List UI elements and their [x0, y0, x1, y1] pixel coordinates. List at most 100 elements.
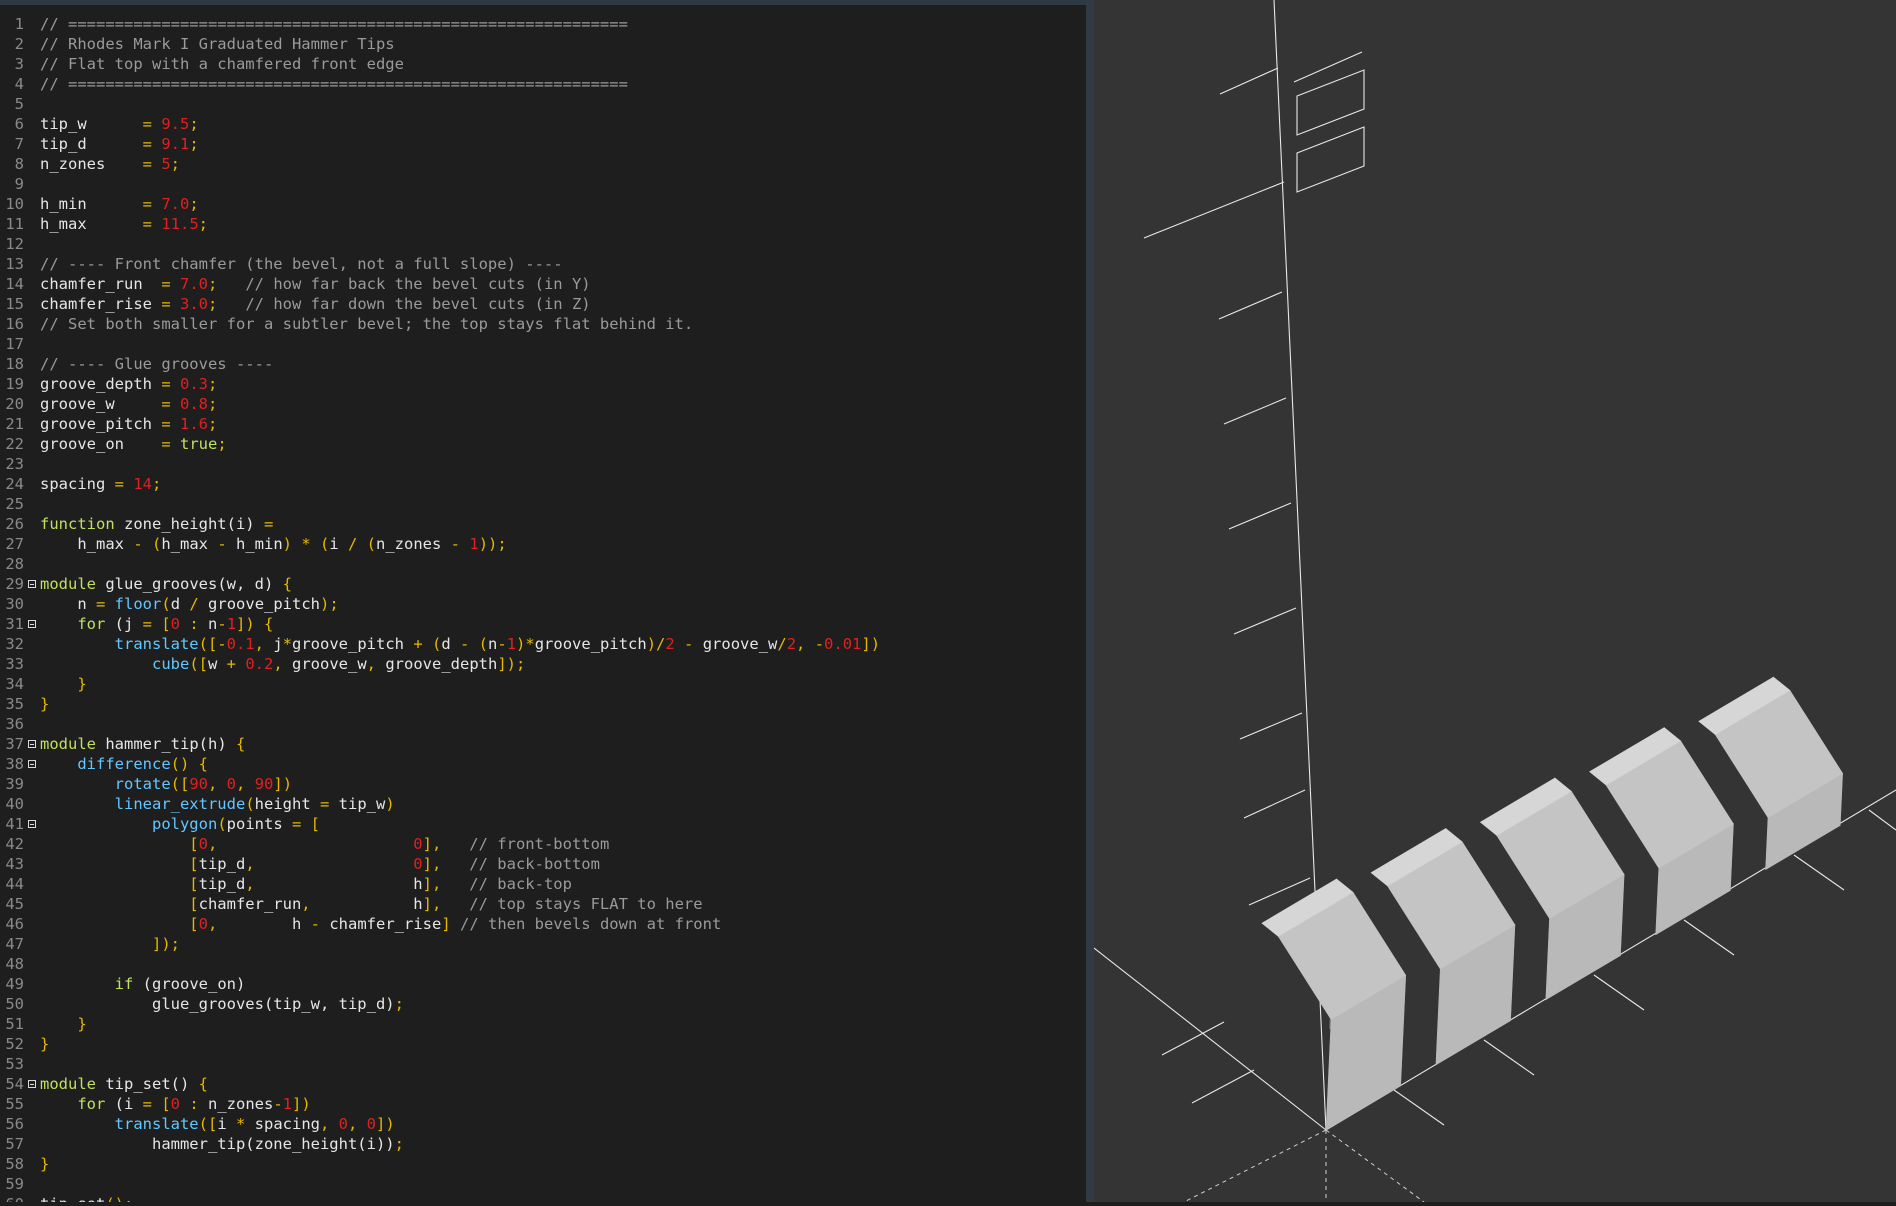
code-token: } — [40, 695, 50, 713]
line-number-gutter: 1 2 3 4 5 6 7 8 9 10 11 12 13 14 15 16 17 18 19 20 21 22 23 24 2… — [0, 10, 40, 1202]
code-line[interactable]: groove_depth = 0.3; — [40, 374, 217, 394]
code-token: = — [142, 215, 162, 233]
line-number: 4 — [14, 75, 24, 93]
code-line[interactable]: translate([i * spacing, 0, 0]) — [40, 1114, 395, 1134]
3d-viewport[interactable] — [1093, 0, 1896, 1203]
code-line[interactable]: h_max = 11.5; — [40, 214, 208, 234]
line-number: 47 — [5, 935, 24, 953]
fold-toggle-icon[interactable] — [28, 580, 36, 588]
code-token: groove_on — [40, 435, 162, 453]
code-line[interactable]: module glue_grooves(w, d) { — [40, 574, 292, 594]
code-line[interactable]: difference() { — [40, 754, 208, 774]
code-line[interactable]: h_max - (h_max - h_min) * (i / (n_zones … — [40, 534, 506, 554]
code-line[interactable]: // Rhodes Mark I Graduated Hammer Tips — [40, 34, 395, 54]
fold-toggle-icon[interactable] — [28, 1080, 36, 1088]
code-token: translate — [40, 635, 199, 653]
code-line[interactable]: cube([w + 0.2, groove_w, groove_depth]); — [40, 654, 525, 674]
code-line[interactable]: hammer_tip(zone_height(i)); — [40, 1134, 404, 1154]
code-line[interactable]: for (i = [0 : n_zones-1]) — [40, 1094, 311, 1114]
code-line[interactable]: linear_extrude(height = tip_w) — [40, 794, 395, 814]
line-number: 18 — [5, 355, 24, 373]
code-line[interactable]: // =====================================… — [40, 14, 628, 34]
code-line[interactable]: module tip_set() { — [40, 1074, 208, 1094]
code-line[interactable]: groove_on = true; — [40, 434, 227, 454]
fold-toggle-icon[interactable] — [28, 740, 36, 748]
code-token: = — [142, 135, 162, 153]
code-line[interactable]: tip_w = 9.5; — [40, 114, 199, 134]
code-token: ]) { — [236, 615, 274, 633]
code-line[interactable]: } — [40, 1014, 86, 1034]
code-token: ]); — [40, 935, 180, 953]
code-line[interactable]: chamfer_rise = 3.0; // how far down the … — [40, 294, 591, 314]
fold-toggle-icon[interactable] — [28, 760, 36, 768]
code-token: height — [254, 795, 320, 813]
code-line[interactable]: polygon(points = [ — [40, 814, 320, 834]
code-token: ) * ( — [282, 535, 330, 553]
code-line[interactable]: if (groove_on) — [40, 974, 246, 994]
code-token: chamfer_rise — [40, 295, 162, 313]
line-number: 56 — [5, 1115, 24, 1133]
code-token: ; — [208, 395, 218, 413]
code-area[interactable]: // =====================================… — [40, 10, 1086, 1202]
code-token: 7.0 — [180, 275, 208, 293]
line-number: 36 — [5, 715, 24, 733]
code-token: cube — [40, 655, 190, 673]
code-token: 0.3 — [180, 375, 208, 393]
code-line[interactable]: ]); — [40, 934, 180, 954]
code-line[interactable]: chamfer_run = 7.0; // how far back the b… — [40, 274, 591, 294]
code-line[interactable]: // Set both smaller for a subtler bevel;… — [40, 314, 693, 334]
code-token: ] — [441, 915, 451, 933]
code-line[interactable]: groove_pitch = 1.6; — [40, 414, 217, 434]
code-token: 0.01 — [824, 635, 862, 653]
code-line[interactable]: rotate([90, 0, 90]) — [40, 774, 292, 794]
code-line[interactable]: } — [40, 694, 49, 714]
code-line[interactable]: glue_grooves(tip_w, tip_d); — [40, 994, 404, 1014]
code-editor[interactable]: 1 2 3 4 5 6 7 8 9 10 11 12 13 14 15 16 17 18 19 20 21 22 23 24 2… — [0, 0, 1086, 1202]
tick-z — [1233, 607, 1297, 635]
code-token: if — [40, 975, 134, 993]
code-line[interactable]: [tip_d, h], // back-top — [40, 874, 572, 894]
panel-splitter[interactable] — [1086, 0, 1094, 1202]
code-line[interactable]: // ---- Front chamfer (the bevel, not a … — [40, 254, 563, 274]
code-token: ]) — [292, 1095, 311, 1113]
code-line[interactable]: groove_w = 0.8; — [40, 394, 217, 414]
code-token: = — [142, 195, 162, 213]
code-token: = — [263, 515, 274, 533]
code-token: // back-top — [441, 875, 572, 893]
code-token: tip_w — [40, 115, 143, 133]
code-line[interactable]: // Flat top with a chamfered front edge — [40, 54, 404, 74]
code-line[interactable]: [0, h - chamfer_rise] // then bevels dow… — [40, 914, 721, 934]
code-token: h_max — [40, 535, 134, 553]
code-token: 2 — [665, 635, 675, 653]
code-token: = — [96, 595, 115, 613]
code-line[interactable]: n_zones = 5; — [40, 154, 180, 174]
code-line[interactable]: // ---- Glue grooves ---- — [40, 354, 273, 374]
code-token: // top stays FLAT to here — [441, 895, 703, 913]
code-line[interactable]: tip_d = 9.1; — [40, 134, 199, 154]
code-token: ; — [198, 215, 208, 233]
code-line[interactable]: tip_set(); — [40, 1194, 133, 1202]
code-token: n — [40, 595, 96, 613]
code-token: = — [161, 395, 180, 413]
fold-toggle-icon[interactable] — [28, 620, 36, 628]
code-line[interactable]: [tip_d, 0], // back-bottom — [40, 854, 600, 874]
code-line[interactable]: translate([-0.1, j*groove_pitch + (d - (… — [40, 634, 880, 654]
code-line[interactable]: // =====================================… — [40, 74, 628, 94]
code-line[interactable]: h_min = 7.0; — [40, 194, 199, 214]
code-token: h — [291, 915, 311, 933]
code-line[interactable]: module hammer_tip(h) { — [40, 734, 245, 754]
code-token: ; — [189, 115, 199, 133]
code-token: 1 — [226, 615, 237, 633]
code-token: 0 — [198, 915, 208, 933]
code-line[interactable]: } — [40, 1154, 49, 1174]
code-line[interactable]: function zone_height(i) = — [40, 514, 273, 534]
code-line[interactable]: } — [40, 674, 86, 694]
code-line[interactable]: n = floor(d / groove_pitch); — [40, 594, 338, 614]
code-line[interactable]: [0, 0], // front-bottom — [40, 834, 609, 854]
code-line[interactable]: } — [40, 1034, 49, 1054]
code-line[interactable]: spacing = 14; — [40, 474, 161, 494]
code-line[interactable]: [chamfer_run, h], // top stays FLAT to h… — [40, 894, 703, 914]
code-line[interactable]: for (j = [0 : n-1]) { — [40, 614, 273, 634]
fold-toggle-icon[interactable] — [28, 820, 36, 828]
code-token: [ — [40, 895, 199, 913]
